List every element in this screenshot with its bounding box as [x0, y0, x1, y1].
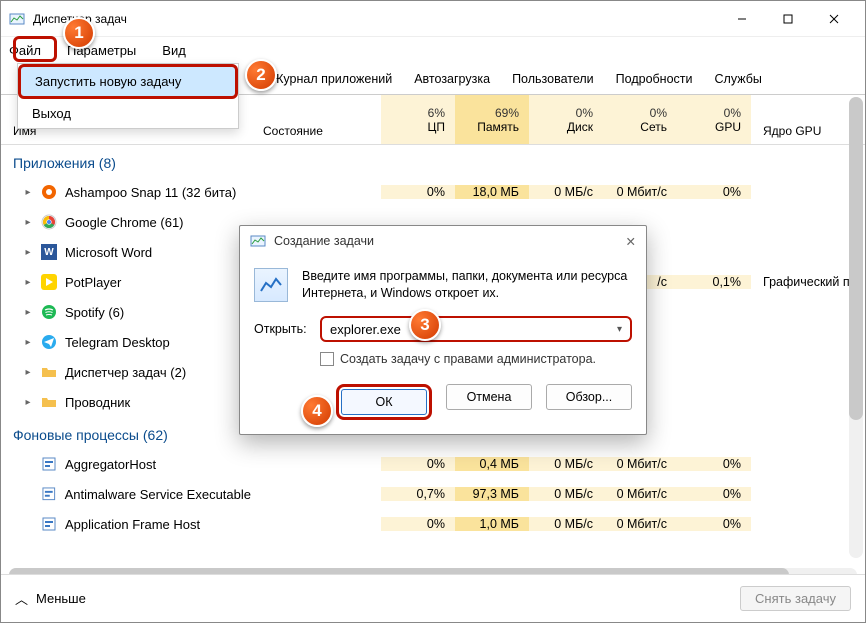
annotation-ok-outline: ОК: [336, 384, 432, 420]
open-combobox[interactable]: explorer.exe ▾: [320, 316, 632, 342]
explorer-folder-icon: [41, 394, 57, 410]
dialog-title: Создание задачи: [274, 234, 374, 248]
chevron-right-icon[interactable]: ▸: [23, 247, 33, 258]
footer-bar: ︿ Меньше Снять задачу: [1, 574, 865, 622]
chevron-right-icon[interactable]: ▸: [23, 397, 33, 408]
col-cpu[interactable]: 6% ЦП: [381, 95, 455, 144]
open-value: explorer.exe: [330, 322, 401, 337]
app-icon: [250, 233, 266, 249]
dialog-close-button[interactable]: ✕: [626, 234, 636, 249]
taskmgr-folder-icon: [41, 364, 57, 380]
tab-details[interactable]: Подробности: [605, 65, 704, 93]
menu-exit[interactable]: Выход: [18, 99, 238, 128]
col-gpu[interactable]: 0% GPU: [677, 95, 751, 144]
open-label: Открыть:: [254, 322, 310, 336]
table-row[interactable]: Antimalware Service Executable 0,7% 97,3…: [1, 479, 865, 509]
minimize-button[interactable]: [719, 4, 765, 34]
process-icon: [41, 486, 57, 502]
process-icon: [41, 516, 57, 532]
browse-button[interactable]: Обзор...: [546, 384, 632, 410]
menu-run-new-task[interactable]: Запустить новую задачу: [18, 64, 238, 99]
annotation-badge-1: 1: [63, 17, 95, 49]
window-title: Диспетчер задач: [33, 12, 719, 26]
chrome-icon: [41, 214, 57, 230]
chevron-right-icon[interactable]: ▸: [23, 307, 33, 318]
chevron-right-icon[interactable]: ▸: [23, 217, 33, 228]
dialog-title-bar: Создание задачи ✕: [240, 226, 646, 256]
admin-label: Создать задачу с правами администратора.: [340, 352, 596, 366]
tab-services[interactable]: Службы: [704, 65, 773, 93]
dialog-description: Введите имя программы, папки, документа …: [302, 268, 632, 302]
tab-users[interactable]: Пользователи: [501, 65, 605, 93]
close-button[interactable]: [811, 4, 857, 34]
telegram-icon: [41, 334, 57, 350]
end-task-button[interactable]: Снять задачу: [740, 586, 851, 611]
maximize-button[interactable]: [765, 4, 811, 34]
chevron-down-icon[interactable]: ▾: [617, 324, 622, 335]
col-memory[interactable]: 69% Память: [455, 95, 529, 144]
table-row[interactable]: ▸Ashampoo Snap 11 (32 бита) 0% 18,0 МБ 0…: [1, 177, 865, 207]
col-network[interactable]: 0% Сеть: [603, 95, 677, 144]
annotation-badge-3: 3: [409, 309, 441, 341]
vertical-scrollbar[interactable]: [849, 97, 863, 558]
spotify-icon: [41, 304, 57, 320]
chevron-right-icon[interactable]: ▸: [23, 367, 33, 378]
ashampoo-icon: [41, 184, 57, 200]
file-menu-dropdown: Запустить новую задачу Выход: [17, 63, 239, 129]
run-dialog: Создание задачи ✕ Введите имя программы,…: [239, 225, 647, 435]
chevron-right-icon[interactable]: ▸: [23, 277, 33, 288]
annotation-badge-2: 2: [245, 59, 277, 91]
word-icon: W: [41, 244, 57, 260]
ok-button[interactable]: ОК: [341, 389, 427, 415]
tab-app-history[interactable]: Журнал приложений: [261, 65, 403, 93]
process-icon: [41, 456, 57, 472]
annotation-file-outline: [13, 36, 57, 62]
table-row[interactable]: AggregatorHost 0% 0,4 МБ 0 МБ/с 0 Мбит/с…: [1, 449, 865, 479]
group-apps[interactable]: Приложения (8): [1, 145, 865, 177]
col-gpu-engine[interactable]: Ядро GPU: [751, 95, 865, 144]
app-icon: [9, 11, 25, 27]
tab-startup[interactable]: Автозагрузка: [403, 65, 501, 93]
col-disk[interactable]: 0% Диск: [529, 95, 603, 144]
chevron-right-icon[interactable]: ▸: [23, 337, 33, 348]
title-bar: Диспетчер задач: [1, 1, 865, 37]
col-status[interactable]: Состояние: [251, 95, 381, 144]
annotation-badge-4: 4: [301, 395, 333, 427]
fewer-details-button[interactable]: ︿ Меньше: [15, 589, 86, 608]
chevron-right-icon[interactable]: ▸: [23, 187, 33, 198]
potplayer-icon: [41, 274, 57, 290]
menu-bar: Файл Параметры Вид: [1, 37, 865, 63]
chevron-up-icon: ︿: [15, 589, 28, 608]
table-row[interactable]: Application Frame Host 0% 1,0 МБ 0 МБ/с …: [1, 509, 865, 539]
menu-view[interactable]: Вид: [158, 41, 190, 60]
cancel-button[interactable]: Отмена: [446, 384, 532, 410]
admin-checkbox[interactable]: [320, 352, 334, 366]
run-icon: [254, 268, 288, 302]
